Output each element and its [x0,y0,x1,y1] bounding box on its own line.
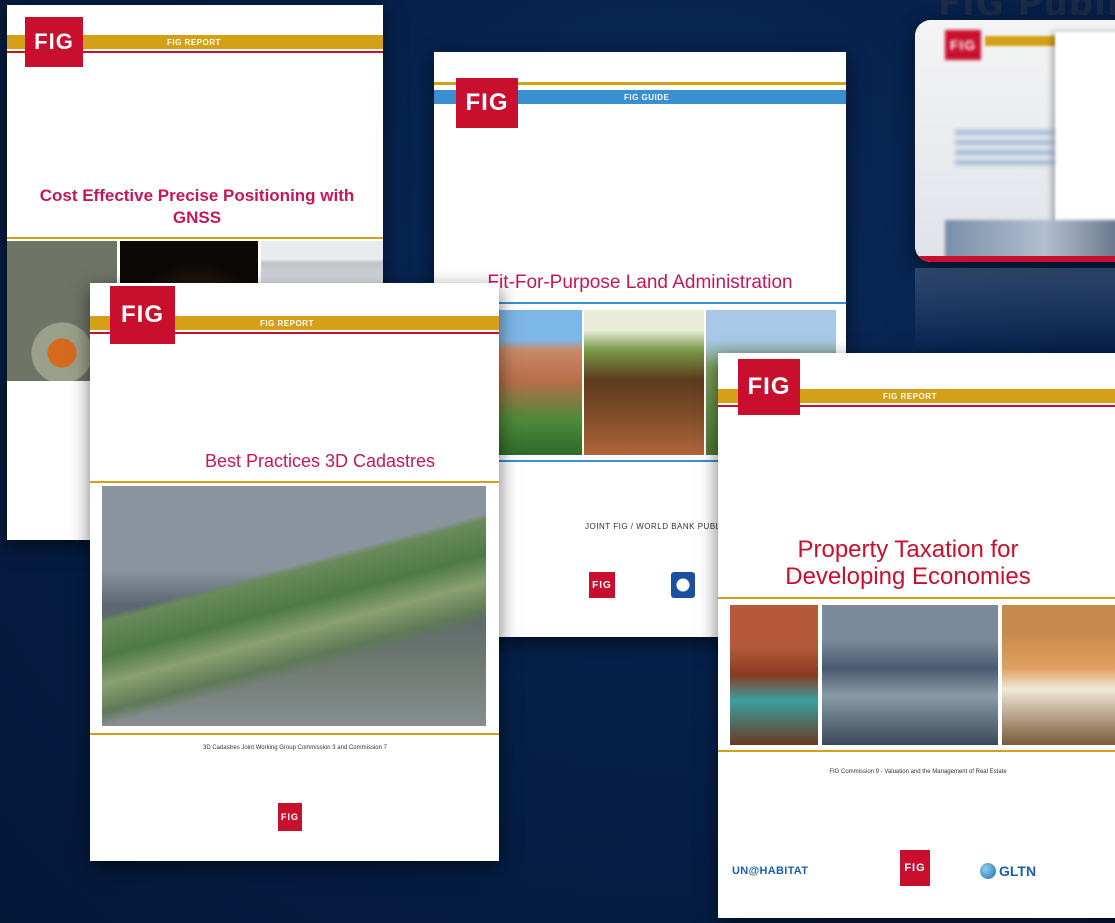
fig-logo: FIG [456,78,518,128]
cover-title: Cost Effective Precise Positioning with … [39,186,355,227]
photo-3d-city-model [102,486,486,726]
cover-title: Fit-For-Purpose Land Administration [487,272,793,293]
photo-rule [90,733,499,735]
gltn-logo: GLTN [980,863,1036,879]
publications-panel[interactable]: FIG [915,20,1115,262]
photo-rule [718,750,1115,752]
gltn-globe-icon [980,863,996,879]
fig-footer-logo: FIG [589,572,615,598]
cover-caption: 3D Cadastres Joint Working Group Commiss… [203,745,387,751]
title-rule [7,237,383,239]
photo-woman-water [730,605,818,745]
panel-fig-logo: FIG [945,30,981,60]
fig-footer-logo: FIG [278,803,302,831]
title-rule [718,597,1115,599]
title-rule [90,481,499,483]
fig-partner-logo: FIG [900,850,930,886]
band-label: FIG REPORT [883,392,937,401]
band-label: FIG REPORT [260,319,314,328]
photo-village-huts [584,310,704,455]
fig-logo: FIG [738,359,800,415]
gltn-label: GLTN [999,863,1037,879]
cover-3d-cadastres-report[interactable]: FIG REPORT FIG Best Practices 3D Cadastr… [90,283,499,861]
cover-property-taxation-report[interactable]: FIG REPORT FIG Property Taxation for Dev… [718,353,1115,918]
cover-title: Property Taxation for Developing Economi… [785,536,1031,590]
fig-logo: FIG [110,286,175,344]
band-label: FIG REPORT [167,38,221,47]
photo-street-shop [1002,605,1115,745]
fig-logo: FIG [25,17,83,67]
cover-title: Best Practices 3D Cadastres [204,451,436,471]
panel-blurred-text [955,130,1055,170]
photo-slum-river [822,605,998,745]
world-bank-logo [671,572,695,598]
band-label: FIG GUIDE [624,93,670,102]
un-habitat-logo: UN@HABITAT [732,865,809,877]
panel-bottom-stripe [915,256,1115,262]
panel-reflection [915,268,1115,353]
cover-caption: FIG Commission 9 - Valuation and the Man… [829,769,1007,775]
